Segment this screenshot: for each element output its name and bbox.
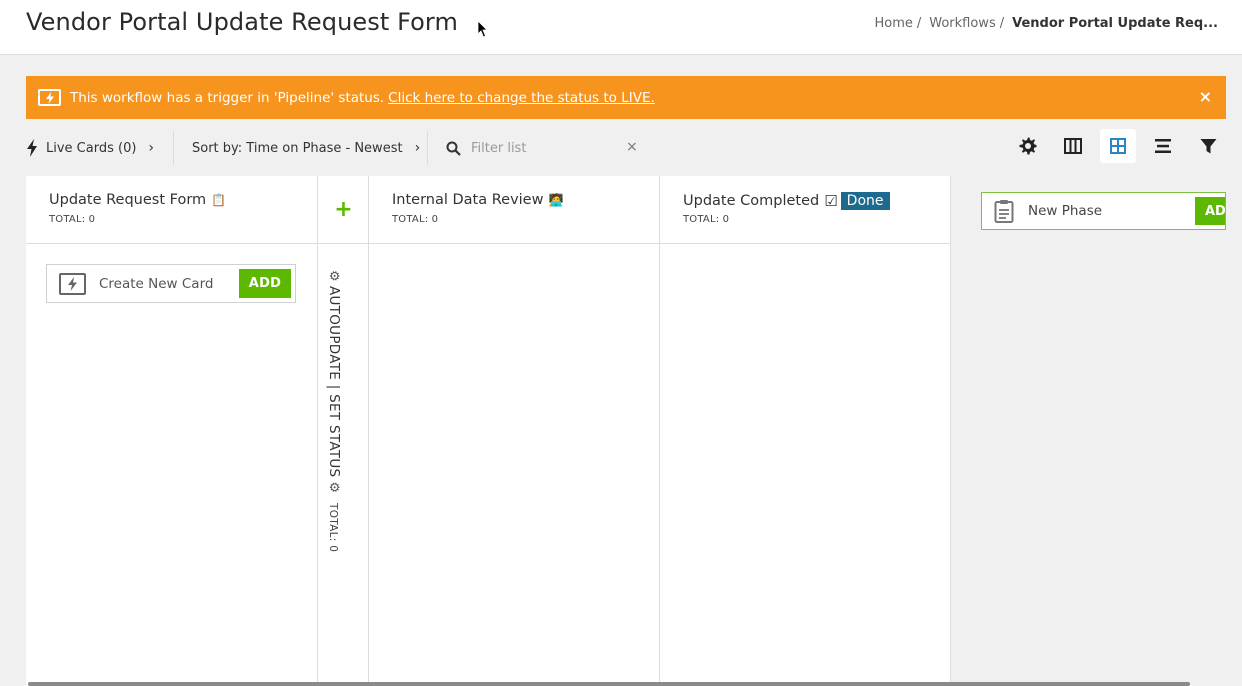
filter-input[interactable]	[471, 140, 621, 156]
phase-header: Internal Data Review 🧑‍💻 TOTAL: 0	[369, 176, 659, 244]
top-bar: Vendor Portal Update Request Form Home /…	[0, 0, 1242, 55]
phase-header: Update Request Form 📋 TOTAL: 0	[26, 176, 317, 244]
phase-header: Update Completed ☑ Done TOTAL: 0	[660, 176, 950, 244]
sort-dropdown[interactable]: Sort by: Time on Phase - Newest ›	[174, 131, 427, 165]
columns-icon	[1064, 138, 1082, 154]
view-controls	[1010, 129, 1226, 163]
search-icon	[446, 141, 461, 156]
filter-icon	[1200, 138, 1216, 153]
automation-column: + ⚙ AUTOUPDATE | SET STATUS ⚙ TOTAL: 0	[318, 176, 369, 686]
phase-total: TOTAL: 0	[683, 214, 730, 225]
phase-column-update-completed: Update Completed ☑ Done TOTAL: 0	[660, 176, 951, 686]
breadcrumb: Home / Workflows / Vendor Portal Update …	[874, 16, 1218, 31]
live-cards-dropdown[interactable]: Live Cards (0) ›	[26, 131, 173, 165]
add-phase-button[interactable]: ADD	[1195, 197, 1225, 225]
phase-total: TOTAL: 0	[49, 214, 96, 225]
pipeline-status-banner: This workflow has a trigger in 'Pipeline…	[26, 76, 1226, 119]
checkbox-icon: ☑	[824, 192, 838, 210]
columns-view-button[interactable]	[1055, 129, 1091, 163]
chevron-right-icon: ›	[414, 140, 421, 156]
add-automation-button[interactable]: +	[318, 176, 369, 244]
phase-column-update-request-form: Update Request Form 📋 TOTAL: 0 Create Ne…	[26, 176, 318, 686]
create-card-label[interactable]: Create New Card	[99, 276, 213, 292]
clipboard-icon: 📋	[211, 193, 227, 207]
kanban-board: Update Request Form 📋 TOTAL: 0 Create Ne…	[26, 176, 1226, 686]
filter-button[interactable]	[1190, 129, 1226, 163]
automation-label-text: AUTOUPDATE | SET STATUS	[326, 285, 342, 478]
settings-button[interactable]	[1010, 129, 1046, 163]
automation-total: TOTAL: 0	[327, 503, 339, 553]
phase-title-text: Update Request Form	[49, 192, 207, 208]
create-new-card: Create New Card ADD	[46, 264, 296, 303]
phase-total: TOTAL: 0	[392, 214, 439, 225]
change-status-link[interactable]: Click here to change the status to LIVE.	[388, 90, 655, 106]
new-phase-form: ADD	[981, 192, 1226, 230]
breadcrumb-current: Vendor Portal Update Req...	[1012, 16, 1218, 31]
banner-close-button[interactable]: ×	[1199, 87, 1212, 106]
horizontal-scrollbar[interactable]	[28, 682, 1190, 686]
lightning-icon	[38, 89, 61, 106]
phase-column-internal-data-review: Internal Data Review 🧑‍💻 TOTAL: 0	[369, 176, 660, 686]
lightning-icon	[59, 272, 86, 295]
clear-filter-button[interactable]: ×	[626, 139, 638, 155]
add-card-button[interactable]: ADD	[239, 269, 291, 298]
clipboard-icon	[994, 200, 1014, 223]
grid-view-button[interactable]	[1100, 129, 1136, 163]
mouse-cursor-icon	[477, 20, 488, 38]
chevron-right-icon: ›	[148, 140, 155, 156]
board-toolbar: Live Cards (0) › Sort by: Time on Phase …	[26, 127, 1226, 169]
phase-title[interactable]: Update Completed ☑ Done	[683, 192, 890, 210]
phase-title-text: Internal Data Review	[392, 192, 544, 208]
status-badge: Done	[840, 192, 890, 210]
filter-search: ×	[428, 131, 658, 165]
technologist-icon: 🧑‍💻	[548, 193, 564, 207]
breadcrumb-separator: /	[916, 16, 922, 31]
new-phase-input[interactable]	[1028, 203, 1168, 219]
breadcrumb-separator: /	[999, 16, 1005, 31]
grid-icon	[1110, 138, 1126, 154]
sort-label: Sort by: Time on Phase - Newest	[192, 140, 403, 156]
gear-icon: ⚙	[326, 481, 342, 494]
phase-title[interactable]: Update Request Form 📋	[49, 192, 226, 208]
list-view-button[interactable]	[1145, 129, 1181, 163]
phase-title[interactable]: Internal Data Review 🧑‍💻	[392, 192, 563, 208]
lightning-icon	[27, 139, 37, 157]
page-title: Vendor Portal Update Request Form	[26, 8, 458, 36]
phase-title-text: Update Completed	[683, 193, 820, 209]
list-icon	[1155, 139, 1171, 153]
live-cards-label: Live Cards (0)	[46, 140, 137, 156]
breadcrumb-home[interactable]: Home	[874, 16, 912, 31]
gear-icon	[1019, 137, 1037, 155]
automation-label[interactable]: ⚙ AUTOUPDATE | SET STATUS ⚙	[326, 266, 342, 497]
banner-message: This workflow has a trigger in 'Pipeline…	[70, 89, 385, 106]
breadcrumb-workflows[interactable]: Workflows	[929, 16, 995, 31]
gear-icon: ⚙	[326, 270, 342, 282]
